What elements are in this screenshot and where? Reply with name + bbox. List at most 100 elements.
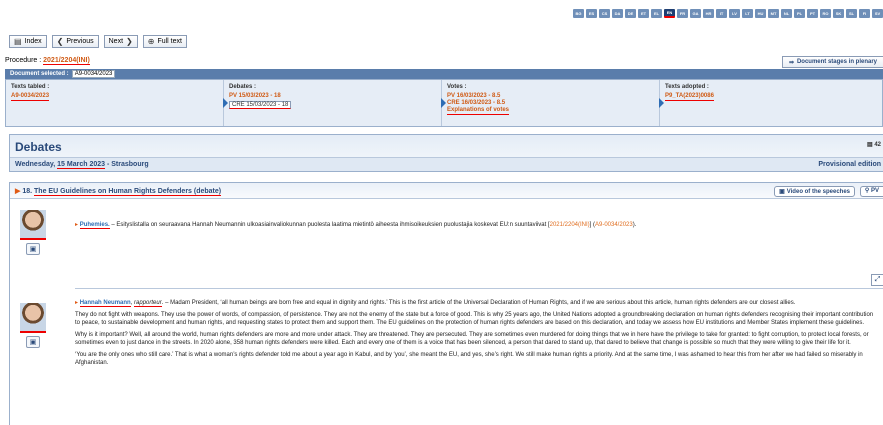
chevron-right-icon: ❯ [126, 37, 133, 46]
language-bg[interactable]: BG [573, 9, 584, 18]
explanations-of-votes-link[interactable]: Explanations of votes [447, 107, 510, 115]
language-hu[interactable]: HU [755, 9, 766, 18]
full-text-label: Full text [157, 38, 182, 45]
video-button-label: Video of the speeches [786, 188, 850, 195]
speech-paragraph: ▸ Puhemies. – Esityslistalla on seuraava… [75, 221, 878, 229]
debate-date: 15 March 2023 [57, 161, 106, 169]
toolbar: ▤ Index ❮ Previous Next ❯ ⊕ Full text [9, 35, 187, 48]
language-de[interactable]: DE [625, 9, 636, 18]
index-icon: ▤ [14, 37, 22, 46]
language-it[interactable]: IT [716, 9, 727, 18]
stage-texts-adopted: Texts adopted : P9_TA(2023)0086 [659, 80, 882, 126]
language-el[interactable]: EL [651, 9, 662, 18]
speech-paragraph: They do not fight with weapons. They use… [75, 312, 874, 326]
item-number: 18. [22, 188, 33, 195]
language-pl[interactable]: PL [794, 9, 805, 18]
votes-pv-link[interactable]: PV 16/03/2023 - 8.5 [447, 93, 654, 100]
stage-header: Votes : [447, 84, 467, 90]
video-camera-icon[interactable]: ▣ [26, 243, 40, 255]
arrow-right-icon: ⇛ [788, 59, 794, 66]
document-selected-bar: Document selected : A9-0034/2023 [5, 69, 883, 79]
debates-pv-link[interactable]: PV 15/03/2023 - 18 [229, 93, 436, 100]
language-en[interactable]: EN [664, 9, 675, 18]
next-label: Next [108, 38, 124, 45]
language-lt[interactable]: LT [742, 9, 753, 18]
page-title: Debates [15, 140, 62, 154]
stage-votes: Votes : PV 16/03/2023 - 8.5 CRE 16/03/20… [441, 80, 660, 126]
speaker-name[interactable]: Puhemies. [79, 222, 110, 229]
texts-adopted-link[interactable]: P9_TA(2023)0086 [665, 93, 714, 101]
divider [75, 288, 883, 289]
index-button[interactable]: ▤ Index [9, 35, 47, 48]
magnifier-icon: ⚲ [864, 188, 870, 194]
document-stages-label: Document stages in plenary [796, 59, 877, 65]
texts-tabled-link[interactable]: A9-0034/2023 [11, 93, 50, 101]
language-bar: BG ES CS DA DE ET EL EN FR GA HR IT LV LT HU MT NL PL PT RO… [573, 9, 883, 18]
previous-label: Previous [66, 38, 94, 45]
speech-2: ▸ Hannah Neumann, rapporteur. – Madam Pr… [75, 299, 878, 371]
pages-indicator: ▤ 42 [867, 141, 881, 148]
document-selected-label: Document selected : [10, 71, 69, 77]
avatar[interactable] [20, 303, 46, 333]
language-nl[interactable]: NL [781, 9, 792, 18]
speech-paragraph: Why is it important? Well, all around th… [75, 332, 869, 346]
language-sk[interactable]: SK [833, 9, 844, 18]
video-camera-icon[interactable]: ▣ [26, 336, 40, 348]
stage-arrow-icon [223, 98, 228, 108]
language-fr[interactable]: FR [677, 9, 688, 18]
language-cs[interactable]: CS [599, 9, 610, 18]
next-button[interactable]: Next ❯ [103, 35, 138, 48]
expand-icon[interactable]: ⤢ [871, 274, 883, 286]
stage-header: Texts adopted : [665, 84, 709, 90]
language-sl[interactable]: SL [846, 9, 857, 18]
speaker-2: ▣ [20, 303, 50, 348]
provisional-edition-label: Provisional edition [818, 161, 881, 168]
document-stages-panel: Texts tabled : A9-0034/2023 Debates : PV… [5, 79, 883, 127]
chevron-left-icon: ❮ [56, 37, 64, 46]
stage-texts-tabled: Texts tabled : A9-0034/2023 [6, 80, 224, 126]
speech-paragraph: ‘You are the only ones who still care.’ … [75, 352, 863, 366]
speech-text: – Esityslistalla on seuraavana Hannah Ne… [109, 222, 550, 228]
procedure-line: Procedure : 2021/2204(INI) [5, 57, 90, 65]
triangle-right-icon: ▶ [15, 188, 21, 195]
stage-header: Texts tabled : [11, 84, 50, 90]
previous-button[interactable]: ❮ Previous [51, 35, 99, 48]
debate-location: - Strasbourg [105, 161, 149, 168]
speaker-name[interactable]: Hannah Neumann [79, 300, 131, 307]
avatar[interactable] [20, 210, 46, 240]
debate-item: ▶ 18. The EU Guidelines on Human Rights … [9, 182, 883, 425]
stage-debates: Debates : PV 15/03/2023 - 18 CRE 15/03/2… [223, 80, 442, 126]
document-stages-button[interactable]: ⇛ Document stages in plenary [781, 56, 883, 68]
document-icon: ▤ [866, 142, 873, 148]
language-et[interactable]: ET [638, 9, 649, 18]
language-pt[interactable]: PT [807, 9, 818, 18]
item-title-text: The EU Guidelines on Human Rights Defend… [34, 188, 222, 196]
procedure-label: Procedure : [5, 57, 42, 64]
language-es[interactable]: ES [586, 9, 597, 18]
video-icon: ▣ [779, 189, 785, 195]
language-fi[interactable]: FI [859, 9, 870, 18]
debates-header: Debates ▤ 42 Wednesday, 15 March 2023 - … [9, 134, 883, 172]
pv-button[interactable]: ⚲ PV [859, 186, 883, 197]
video-of-speeches-button[interactable]: ▣ Video of the speeches [774, 186, 855, 197]
language-mt[interactable]: MT [768, 9, 779, 18]
language-ro[interactable]: RO [820, 9, 831, 18]
triangle-right-icon: ▸ [75, 222, 79, 228]
debates-cre-link[interactable]: CRE 15/03/2023 - 18 [229, 101, 292, 109]
index-label: Index [24, 38, 42, 45]
stage-header: Debates : [229, 84, 257, 90]
votes-cre-link[interactable]: CRE 16/03/2023 - 8.5 [447, 100, 654, 107]
procedure-link[interactable]: 2021/2204(INI) [43, 57, 90, 65]
language-ga[interactable]: GA [690, 9, 701, 18]
language-lv[interactable]: LV [729, 9, 740, 18]
full-text-button[interactable]: ⊕ Full text [142, 35, 187, 48]
language-sv[interactable]: SV [872, 9, 883, 18]
zoom-plus-icon: ⊕ [147, 37, 155, 46]
language-da[interactable]: DA [612, 9, 623, 18]
procedure-ref-link[interactable]: 2021/2204(INI) [550, 222, 590, 228]
debate-date-bar: Wednesday, 15 March 2023 - Strasbourg [10, 157, 883, 171]
language-hr[interactable]: HR [703, 9, 714, 18]
pages-count: 42 [874, 142, 881, 148]
document-ref-link[interactable]: A9-0034/2023 [595, 222, 633, 228]
speech-text: . – Madam President, ‘all human beings a… [161, 300, 796, 306]
